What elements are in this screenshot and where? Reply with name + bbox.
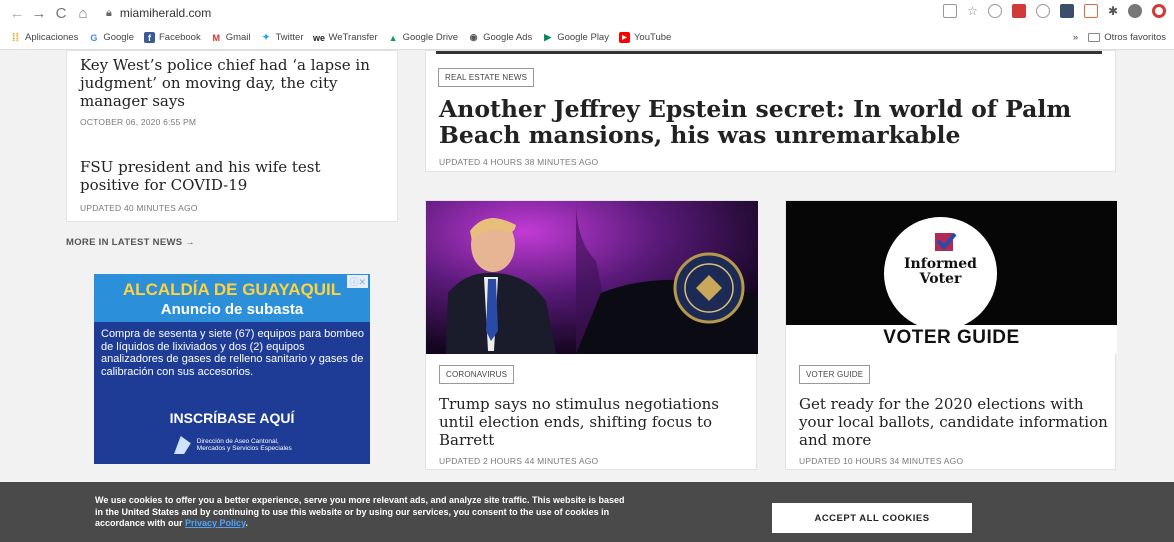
more-latest-news-link[interactable]: MORE IN LATEST NEWS → — [66, 237, 195, 248]
bookmark-label: YouTube — [633, 32, 672, 43]
bookmark-google[interactable]: G Google — [88, 32, 134, 43]
section-tag[interactable]: VOTER GUIDE — [799, 365, 871, 384]
twitter-icon: ✦ — [262, 32, 270, 42]
story-timestamp: UPDATED 40 MINUTES AGO — [80, 203, 198, 213]
bookmark-wetransfer[interactable]: we WeTransfer — [313, 32, 378, 43]
story-timestamp: UPDATED 2 HOURS 44 MINUTES AGO — [439, 456, 599, 466]
folder-icon — [1088, 33, 1101, 42]
bookmark-facebook[interactable]: f Facebook — [143, 32, 201, 43]
cookie-banner: We use cookies to offer you a better exp… — [0, 482, 1174, 542]
browser-toolbar: ← → C ⌂ 🔒︎ miamiherald.com ☆ ✱ — [0, 0, 1174, 26]
story-headline[interactable]: FSU president and his wife test positive… — [80, 158, 380, 194]
other-favorites-folder[interactable]: Otros favoritos — [1088, 32, 1166, 43]
bookmark-youtube[interactable]: ▶ YouTube — [618, 32, 672, 43]
translate-icon[interactable] — [943, 4, 958, 18]
google-play-icon: ▶ — [544, 32, 552, 42]
latest-news-list: Key West’s police chief had ‘a lapse in … — [66, 50, 398, 222]
ad-subtitle: Anuncio de subasta — [160, 301, 304, 318]
google-ads-icon: ◉ — [469, 32, 478, 42]
forward-button[interactable]: → — [28, 2, 50, 24]
bookmark-label: Google Play — [557, 32, 609, 43]
ad-logo: Dirección de Aseo Cantonal, Mercados y S… — [174, 432, 304, 458]
extension-speed-icon[interactable] — [1035, 4, 1050, 18]
bookmark-google-ads[interactable]: ◉ Google Ads — [468, 32, 533, 43]
bookmark-label: Google Drive — [402, 32, 459, 43]
checkmark-icon — [935, 232, 957, 251]
trump-podium-image — [426, 201, 758, 354]
other-favorites-label: Otros favoritos — [1104, 32, 1166, 43]
informed-voter-logo: Informed Voter — [884, 257, 997, 287]
story-image[interactable]: Informed Voter VOTER GUIDE — [786, 201, 1117, 354]
bookmark-apps[interactable]: ⁞⁞ Aplicaciones — [10, 31, 79, 44]
bookmarks-bar: ⁞⁞ Aplicaciones G Google f Facebook M Gm… — [0, 26, 1174, 50]
bookmark-google-drive[interactable]: ▲ Google Drive — [388, 32, 458, 43]
address-bar[interactable]: miamiherald.com — [120, 6, 211, 20]
section-tag[interactable]: REAL ESTATE NEWS — [438, 68, 535, 87]
gmail-icon: M — [212, 32, 220, 43]
bookmark-label: Facebook — [158, 32, 201, 43]
story-headline[interactable]: Trump says no stimulus negotiations unti… — [439, 395, 749, 449]
bookmarks-right: » Otros favoritos — [1073, 32, 1166, 43]
page-content: Key West’s police chief had ‘a lapse in … — [0, 50, 1174, 542]
logo-line-2: Voter — [919, 271, 962, 287]
featured-headline[interactable]: Another Jeffrey Epstein secret: In world… — [439, 96, 1099, 148]
bookmark-label: Google — [103, 32, 134, 43]
ad-logo-text: Dirección de Aseo Cantonal, Mercados y S… — [196, 438, 292, 452]
story-headline[interactable]: Key West’s police chief had ‘a lapse in … — [80, 56, 380, 110]
google-icon: G — [90, 32, 98, 43]
story-card-trump[interactable]: CORONAVIRUS Trump says no stimulus negot… — [425, 200, 758, 470]
back-button[interactable]: ← — [6, 2, 28, 24]
bookmark-gmail[interactable]: M Gmail — [211, 32, 251, 43]
featured-story-card[interactable]: REAL ESTATE NEWS Another Jeffrey Epstein… — [425, 50, 1116, 172]
cookie-notice-text: We use cookies to offer you a better exp… — [95, 495, 635, 530]
story-image[interactable] — [426, 201, 758, 354]
ad-close-icon[interactable]: ⓘ✕ — [347, 275, 368, 288]
bookmark-label: Aplicaciones — [25, 32, 79, 43]
wetransfer-icon: we — [313, 32, 326, 43]
lock-icon[interactable]: 🔒︎ — [106, 7, 112, 20]
profile-icon[interactable] — [1128, 4, 1142, 18]
star-icon[interactable]: ☆ — [967, 4, 978, 18]
featured-image-edge — [436, 51, 1102, 54]
section-tag[interactable]: CORONAVIRUS — [439, 365, 515, 384]
privacy-policy-link[interactable]: Privacy Policy — [185, 518, 245, 528]
bookmark-twitter[interactable]: ✦ Twitter — [261, 32, 304, 43]
bookmark-label: Gmail — [225, 32, 251, 43]
advertisement[interactable]: ALCALDÍA DE GUAYAQUIL Anuncio de subasta… — [94, 274, 370, 464]
apps-grid-icon: ⁞⁞ — [11, 31, 20, 44]
home-button[interactable]: ⌂ — [72, 2, 94, 24]
story-timestamp: UPDATED 10 HOURS 34 MINUTES AGO — [799, 456, 964, 466]
extension-circle-icon[interactable] — [987, 4, 1002, 18]
ad-cta-button[interactable]: INSCRÍBASE AQUÍ — [94, 410, 370, 426]
extensions-area: ☆ ✱ — [943, 4, 1166, 18]
story-card-voter-guide[interactable]: Informed Voter VOTER GUIDE VOTER GUIDE G… — [785, 200, 1117, 470]
bookmark-label: Google Ads — [483, 32, 533, 43]
cookie-notice-body: We use cookies to offer you a better exp… — [95, 495, 625, 528]
extension-dark-icon[interactable] — [1059, 4, 1074, 18]
ad-body: Compra de sesenta y siete (67) equipos p… — [101, 328, 364, 378]
bookmarks-overflow-button[interactable]: » — [1073, 32, 1078, 43]
extension-grid-icon[interactable] — [1083, 4, 1098, 18]
ad-title: ALCALDÍA DE GUAYAQUIL — [122, 280, 342, 299]
reload-button[interactable]: C — [50, 2, 72, 24]
youtube-icon: ▶ — [618, 32, 630, 43]
opera-icon[interactable] — [1152, 4, 1166, 18]
bookmark-label: Twitter — [275, 32, 304, 43]
story-timestamp: OCTOBER 06, 2020 6:55 PM — [80, 117, 197, 127]
voter-guide-caption: VOTER GUIDE — [883, 327, 1020, 348]
bookmark-label: WeTransfer — [328, 32, 378, 43]
extension-red-icon[interactable] — [1011, 4, 1026, 18]
puzzle-icon[interactable]: ✱ — [1108, 4, 1118, 18]
facebook-icon: f — [143, 32, 155, 43]
ad-logo-mark-icon — [174, 436, 191, 454]
logo-line-1: Informed — [904, 256, 977, 272]
story-timestamp: UPDATED 4 HOURS 38 MINUTES AGO — [439, 157, 599, 167]
browser-window: ← → C ⌂ 🔒︎ miamiherald.com ☆ ✱ ⁞⁞ Aplica… — [0, 0, 1174, 542]
cookie-notice-suffix: . — [245, 518, 248, 528]
bookmark-google-play[interactable]: ▶ Google Play — [542, 32, 609, 43]
story-headline[interactable]: Get ready for the 2020 elections with yo… — [799, 395, 1109, 449]
accept-all-cookies-button[interactable]: ACCEPT ALL COOKIES — [772, 503, 972, 533]
google-drive-icon: ▲ — [388, 32, 398, 43]
checkmark-svg — [936, 232, 957, 250]
